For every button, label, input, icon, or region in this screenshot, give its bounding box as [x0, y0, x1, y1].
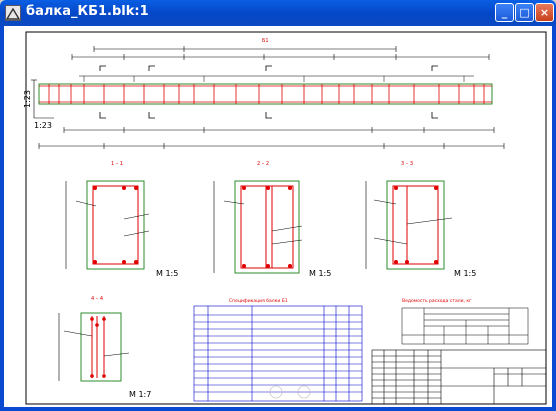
window-title: балка_КБ1.blk:1 — [26, 4, 149, 19]
scale-horizontal: 1:23 — [34, 121, 52, 130]
section-label-3: 3 – 3 — [401, 161, 413, 167]
beam-elevation — [38, 83, 493, 105]
window-border-right — [552, 26, 556, 411]
section-label-1: 1 – 1 — [111, 161, 123, 167]
section-1 — [65, 180, 150, 270]
section-4 — [58, 312, 130, 382]
title-block — [371, 349, 547, 405]
app-icon — [5, 5, 21, 21]
section-3 — [365, 180, 453, 270]
scale-vertical: 1:23 — [23, 90, 32, 108]
section-label-2: 2 – 2 — [257, 161, 269, 167]
close-button[interactable]: × — [535, 3, 554, 22]
top-dimension-lines — [71, 46, 490, 60]
steel-statement-table — [401, 307, 529, 345]
section-1-scale: М 1:5 — [156, 269, 178, 278]
title-bar[interactable]: балка_КБ1.blk:1 _ □ × — [0, 0, 556, 26]
section-marks-top — [99, 65, 438, 71]
specification-table — [193, 305, 363, 402]
minimize-button[interactable]: _ — [495, 3, 514, 22]
section-2 — [213, 180, 303, 274]
section-marks-bottom — [99, 112, 438, 119]
spec-title: Спецификация балки Б1 — [229, 298, 288, 304]
section-label-4: 4 – 4 — [91, 296, 103, 302]
section-3-scale: М 1:5 — [454, 269, 476, 278]
maximize-button[interactable]: □ — [515, 3, 534, 22]
beam-title: Б1 — [262, 38, 269, 44]
section-2-scale: М 1:5 — [309, 269, 331, 278]
window-border-bottom — [0, 407, 556, 411]
drawing-canvas[interactable]: Б1 1:23 1:23 1 – 1 2 – 2 3 – 3 4 – 4 М 1… — [4, 26, 552, 407]
statement-title: Ведомость расхода стали, кг — [402, 298, 472, 304]
rebar-callouts-top — [79, 75, 474, 82]
section-4-scale: М 1:7 — [129, 390, 151, 399]
bottom-dimension-lines — [38, 127, 505, 149]
drawing-sheet: Б1 1:23 1:23 1 – 1 2 – 2 3 – 3 4 – 4 М 1… — [23, 31, 547, 405]
application-window: балка_КБ1.blk:1 _ □ × Б1 1:23 1:23 1 – 1… — [0, 0, 556, 411]
